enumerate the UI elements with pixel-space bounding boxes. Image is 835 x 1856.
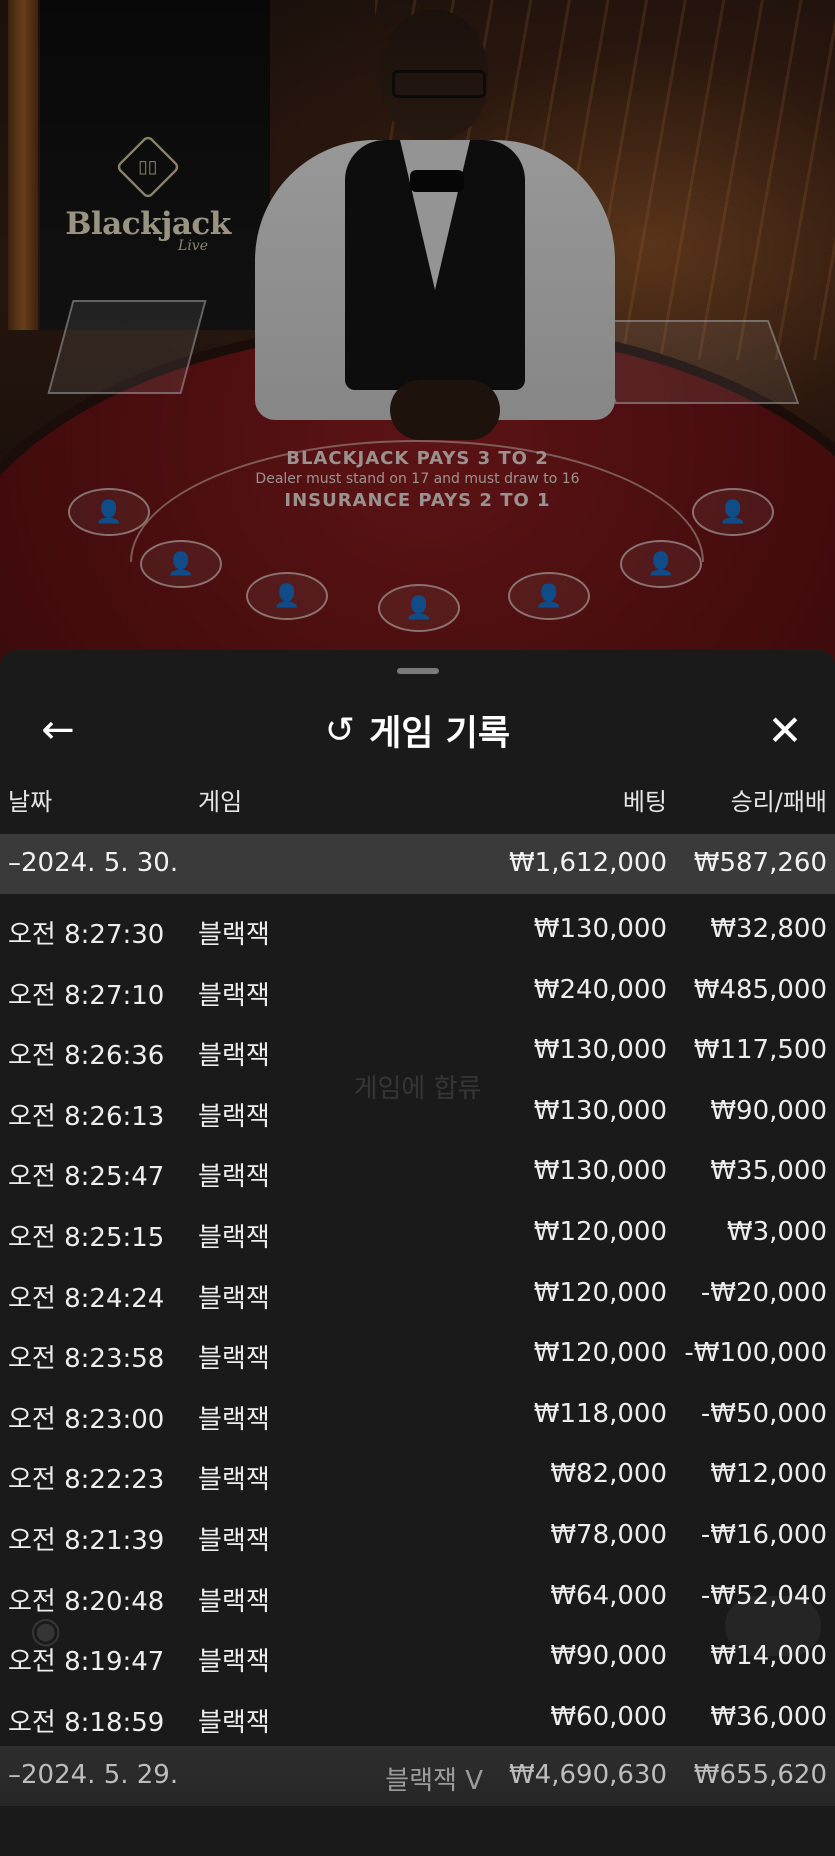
date-group-row[interactable]: –2024. 5. 29. 블랙잭 V ₩4,690,630 ₩655,620 xyxy=(0,1746,835,1806)
column-date: 날짜 xyxy=(8,788,53,816)
row-time: 오전 8:25:15 xyxy=(8,1222,165,1253)
history-row[interactable]: 오전 8:22:23 블랙잭 ₩82,000 ₩12,000 xyxy=(0,1451,835,1512)
column-game: 게임 xyxy=(198,788,243,816)
history-row[interactable]: 오전 8:24:24 블랙잭 ₩120,000 -₩20,000 xyxy=(0,1270,835,1331)
row-time: 오전 8:23:00 xyxy=(8,1404,165,1435)
row-time: 오전 8:18:59 xyxy=(8,1707,165,1738)
row-time: 오전 8:19:47 xyxy=(8,1647,165,1678)
history-row[interactable]: 오전 8:27:10 블랙잭 ₩240,000 ₩485,000 xyxy=(0,967,835,1028)
column-headers: 날짜 게임 베팅 승리/패배 xyxy=(0,782,835,822)
row-winloss: -₩20,000 xyxy=(700,1277,827,1308)
row-bet: ₩120,000 xyxy=(533,1216,667,1247)
row-time: 오전 8:23:58 xyxy=(8,1344,165,1375)
row-winloss: ₩14,000 xyxy=(710,1641,827,1672)
group-bet-total: ₩1,612,000 xyxy=(508,848,667,878)
arrow-left-icon: ← xyxy=(41,707,75,753)
back-button[interactable]: ← xyxy=(30,704,86,756)
row-winloss: ₩32,800 xyxy=(710,914,827,944)
row-game: 블랙잭 xyxy=(198,1283,270,1314)
row-winloss: ₩90,000 xyxy=(710,1095,827,1126)
row-game: 블랙잭 xyxy=(198,1404,270,1435)
history-row[interactable]: 오전 8:25:47 블랙잭 ₩130,000 ₩35,000 xyxy=(0,1148,835,1209)
history-row[interactable]: 오전 8:23:58 블랙잭 ₩120,000 -₩100,000 xyxy=(0,1330,835,1391)
row-game: 블랙잭 xyxy=(198,1222,270,1253)
row-winloss: ₩35,000 xyxy=(710,1156,827,1187)
group-game-ghost: 블랙잭 V xyxy=(385,1766,483,1796)
history-row[interactable]: 오전 8:23:00 블랙잭 ₩118,000 -₩50,000 xyxy=(0,1391,835,1452)
row-bet: ₩90,000 xyxy=(550,1641,667,1672)
sheet-drag-handle[interactable] xyxy=(397,668,439,674)
row-game: 블랙잭 xyxy=(198,1344,270,1375)
sheet-header: ← ↺ 게임 기록 ✕ xyxy=(0,690,835,770)
row-game: 블랙잭 xyxy=(198,1162,270,1193)
group-date: –2024. 5. 29. xyxy=(8,1760,179,1790)
row-time: 오전 8:25:47 xyxy=(8,1162,165,1193)
row-game: 블랙잭 xyxy=(198,1041,270,1072)
row-game: 블랙잭 xyxy=(198,1101,270,1132)
row-time: 오전 8:20:48 xyxy=(8,1586,165,1617)
row-game: 블랙잭 xyxy=(198,1707,270,1738)
group-win-total: ₩655,620 xyxy=(693,1760,827,1790)
row-bet: ₩78,000 xyxy=(550,1519,667,1550)
row-time: 오전 8:27:10 xyxy=(8,980,165,1011)
row-game: 블랙잭 xyxy=(198,980,270,1011)
row-bet: ₩120,000 xyxy=(533,1277,667,1308)
history-row[interactable]: 오전 8:27:30 블랙잭 ₩130,000 ₩32,800 xyxy=(0,906,835,967)
row-winloss: ₩485,000 xyxy=(693,974,827,1005)
row-time: 오전 8:26:36 xyxy=(8,1041,165,1072)
row-bet: ₩64,000 xyxy=(550,1580,667,1611)
row-time: 오전 8:21:39 xyxy=(8,1525,165,1556)
row-bet: ₩130,000 xyxy=(533,1095,667,1126)
column-winloss: 승리/패배 xyxy=(730,788,827,816)
row-winloss: -₩52,040 xyxy=(700,1580,827,1611)
row-winloss: ₩117,500 xyxy=(693,1035,827,1066)
history-icon: ↺ xyxy=(324,709,356,751)
row-bet: ₩120,000 xyxy=(533,1338,667,1369)
row-time: 오전 8:27:30 xyxy=(8,920,165,950)
date-group-row[interactable]: –2024. 5. 30. ₩1,612,000 ₩587,260 xyxy=(0,834,835,894)
history-row[interactable]: 오전 8:26:36 블랙잭 ₩130,000 ₩117,500 xyxy=(0,1027,835,1088)
history-row[interactable]: 오전 8:21:39 블랙잭 ₩78,000 -₩16,000 xyxy=(0,1512,835,1573)
group-date: –2024. 5. 30. xyxy=(8,848,179,878)
row-bet: ₩60,000 xyxy=(550,1701,667,1732)
live-video-background: ▯▯ Blackjack Live BLACKJACK PAYS 3 TO 2 … xyxy=(0,0,835,700)
history-rows: 오전 8:27:30 블랙잭 ₩130,000 ₩32,800 오전 8:27:10 블… xyxy=(0,906,835,1754)
video-dim-overlay xyxy=(0,0,835,700)
row-game: 블랙잭 xyxy=(198,920,270,950)
row-bet: ₩130,000 xyxy=(533,1035,667,1066)
close-icon: ✕ xyxy=(767,705,803,755)
row-time: 오전 8:22:23 xyxy=(8,1465,165,1496)
group-win-total: ₩587,260 xyxy=(693,848,827,878)
history-row[interactable]: 오전 8:26:13 블랙잭 ₩130,000 ₩90,000 xyxy=(0,1088,835,1149)
row-bet: ₩118,000 xyxy=(533,1398,667,1429)
row-game: 블랙잭 xyxy=(198,1465,270,1496)
row-bet: ₩130,000 xyxy=(533,1156,667,1187)
row-winloss: -₩16,000 xyxy=(700,1519,827,1550)
row-game: 블랙잭 xyxy=(198,1647,270,1678)
row-winloss: ₩36,000 xyxy=(710,1701,827,1732)
row-bet: ₩130,000 xyxy=(533,914,667,944)
row-game: 블랙잭 xyxy=(198,1525,270,1556)
history-row[interactable]: 오전 8:19:47 블랙잭 ₩90,000 ₩14,000 xyxy=(0,1633,835,1694)
sheet-title: 게임 기록 xyxy=(369,713,511,754)
history-row[interactable]: 오전 8:25:15 블랙잭 ₩120,000 ₩3,000 xyxy=(0,1209,835,1270)
row-winloss: ₩12,000 xyxy=(710,1459,827,1490)
row-time: 오전 8:24:24 xyxy=(8,1283,165,1314)
row-game: 블랙잭 xyxy=(198,1586,270,1617)
column-bet: 베팅 xyxy=(622,788,667,816)
row-winloss: -₩50,000 xyxy=(700,1398,827,1429)
row-time: 오전 8:26:13 xyxy=(8,1101,165,1132)
sheet-title-wrap: ↺ 게임 기록 xyxy=(0,690,835,770)
row-winloss: ₩3,000 xyxy=(726,1216,827,1247)
row-winloss: -₩100,000 xyxy=(684,1338,827,1369)
row-bet: ₩240,000 xyxy=(533,974,667,1005)
game-history-sheet: 게임에 합류 ◉ 잔고 ₩162,800 ← ↺ 게임 기록 ✕ 날짜 게임 베… xyxy=(0,650,835,1856)
close-button[interactable]: ✕ xyxy=(757,704,813,756)
row-bet: ₩82,000 xyxy=(550,1459,667,1490)
history-row[interactable]: 오전 8:20:48 블랙잭 ₩64,000 -₩52,040 xyxy=(0,1573,835,1634)
group-bet-total: ₩4,690,630 xyxy=(508,1760,667,1790)
